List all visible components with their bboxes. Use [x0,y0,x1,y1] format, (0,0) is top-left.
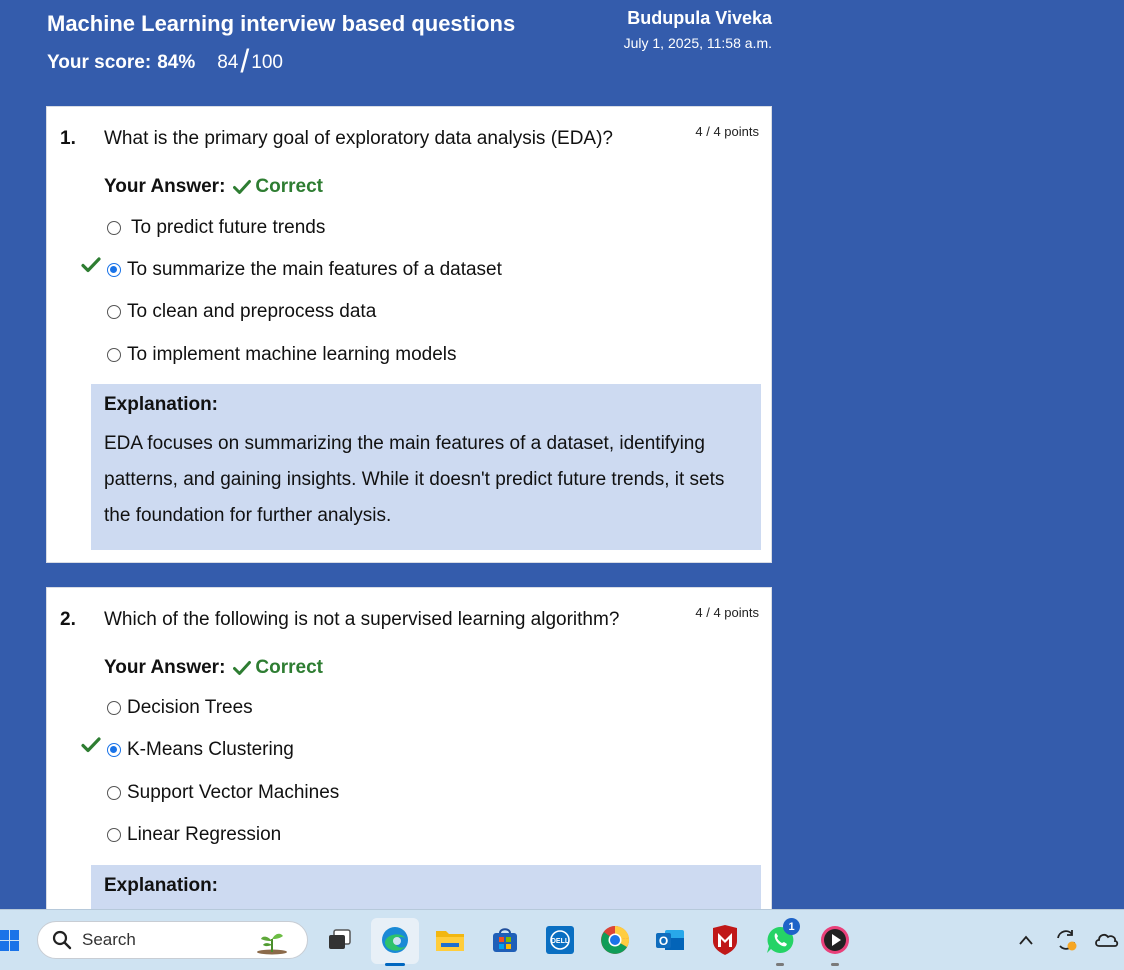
quiz-header: Machine Learning interview based questio… [0,0,790,100]
option-label: Support Vector Machines [127,782,340,803]
chrome-button[interactable] [599,924,631,956]
question-card-2: 2. Which of the following is not a super… [46,587,772,935]
your-answer-label: Your Answer: [104,176,226,197]
sync-status-button[interactable] [1050,924,1082,956]
check-icon [233,661,252,675]
question-points: 4 / 4 points [695,605,759,620]
edge-icon [382,927,408,953]
task-view-icon [329,929,351,949]
chevron-up-icon [1019,935,1033,945]
question-number: 1. [60,128,76,149]
correct-status: Correct [233,176,323,198]
explanation-title: Explanation: [104,875,219,896]
whatsapp-running-indicator [776,963,784,966]
answer-option[interactable]: Linear Regression [107,824,281,846]
edge-button[interactable] [379,924,411,956]
radio-button[interactable] [107,348,121,362]
option-label: K-Means Clustering [127,739,294,760]
sync-icon [1057,930,1077,951]
answer-option[interactable]: To clean and preprocess data [107,301,376,323]
question-number: 2. [60,609,76,630]
correct-label: Correct [255,657,323,678]
option-label: Decision Trees [127,697,253,718]
your-answer-row: Your Answer: Correct [104,657,323,679]
option-label: To summarize the main features of a data… [127,259,502,280]
question-text: What is the primary goal of exploratory … [104,128,613,149]
search-icon [52,930,72,950]
question-card-1: 1. What is the primary goal of explorato… [46,106,772,563]
answer-option[interactable]: Support Vector Machines [107,782,339,804]
microsoft-store-icon [493,928,517,952]
task-view-button[interactable] [324,924,356,956]
outlook-icon: O [656,930,684,950]
media-player-running-indicator [831,963,839,966]
radio-button[interactable] [107,221,121,235]
radio-button[interactable] [107,701,121,715]
submission-datetime: July 1, 2025, 11:58 a.m. [623,35,772,51]
plant-sprout-icon [257,933,287,955]
score-value: 84 [217,52,239,73]
score-fraction: 84 / 100 [217,43,283,79]
notification-badge: 1 [783,918,800,935]
radio-button-checked[interactable] [107,263,121,277]
chrome-icon [601,925,630,954]
radio-button[interactable] [107,828,121,842]
correct-label: Correct [255,176,323,197]
option-label: To implement machine learning models [127,344,457,365]
explanation-title: Explanation: [104,394,219,415]
dell-button[interactable]: DELL [544,924,576,956]
correct-status: Correct [233,657,323,679]
radio-button-checked[interactable] [107,743,121,757]
svg-text:O: O [659,934,668,948]
option-label: Linear Regression [127,824,282,845]
show-hidden-icons-button[interactable] [1010,924,1042,956]
your-answer-label: Your Answer: [104,657,226,678]
score-label: Your score: [47,52,152,73]
search-placeholder: Search [82,930,136,949]
media-player-button[interactable] [819,924,851,956]
radio-button[interactable] [107,305,121,319]
onedrive-icon [1095,933,1119,947]
radio-button[interactable] [107,786,121,800]
user-name: Budupula Viveka [627,8,772,28]
option-label: To clean and preprocess data [127,301,377,322]
microsoft-store-button[interactable] [489,924,521,956]
onedrive-button[interactable] [1090,924,1122,956]
selected-check-icon [81,257,101,273]
media-player-icon [821,926,849,954]
quiz-title: Machine Learning interview based questio… [47,11,516,36]
your-answer-row: Your Answer: Correct [104,176,323,198]
windows-start-icon[interactable] [0,930,20,952]
outlook-button[interactable]: O [654,924,686,956]
selected-check-icon [81,737,101,753]
answer-option-selected[interactable]: K-Means Clustering [81,737,294,761]
answer-option[interactable]: Decision Trees [107,697,253,719]
taskbar-search[interactable]: Search [37,921,308,959]
answer-option[interactable]: To predict future trends [107,217,325,239]
file-explorer-icon [436,931,464,951]
svg-text:DELL: DELL [551,938,570,945]
edge-running-indicator [385,963,405,966]
option-label: To predict future trends [131,217,326,238]
mcafee-button[interactable] [709,924,741,956]
question-text: Which of the following is not a supervis… [104,609,620,630]
answer-option-selected[interactable]: To summarize the main features of a data… [81,257,502,281]
mcafee-icon [713,925,737,955]
score-total: 100 [251,52,283,73]
dell-icon: DELL [546,926,574,954]
explanation-text: EDA focuses on summarizing the main feat… [104,433,725,526]
user-info: Budupula Viveka July 1, 2025, 11:58 a.m. [624,8,772,51]
score-summary: Your score: 84% 84 / 100 [47,43,283,79]
explanation-box: Explanation: EDA focuses on summarizing … [91,384,761,550]
score-percent: 84% [157,52,196,73]
check-icon [233,180,252,194]
answer-option[interactable]: To implement machine learning models [107,344,457,366]
question-points: 4 / 4 points [695,124,759,139]
score-slash: / [240,43,250,79]
file-explorer-button[interactable] [434,924,466,956]
windows-taskbar: Search DELL O 1 [0,909,1124,970]
